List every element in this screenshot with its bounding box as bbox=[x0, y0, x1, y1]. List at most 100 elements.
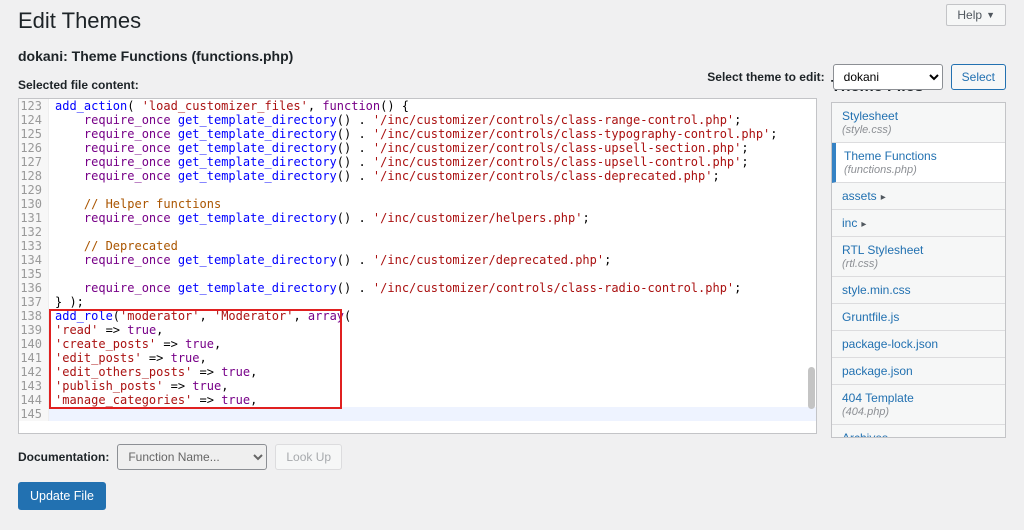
code-line[interactable]: 141'edit_posts' => true, bbox=[19, 351, 816, 365]
code-line[interactable]: 138add_role('moderator', 'Moderator', ar… bbox=[19, 309, 816, 323]
code-line[interactable]: 145 bbox=[19, 407, 816, 421]
update-file-button[interactable]: Update File bbox=[18, 482, 106, 510]
code-line[interactable]: 130 // Helper functions bbox=[19, 197, 816, 211]
code-line[interactable]: 129 bbox=[19, 183, 816, 197]
code-line[interactable]: 144'manage_categories' => true, bbox=[19, 393, 816, 407]
help-label: Help bbox=[957, 8, 982, 22]
code-line[interactable]: 134 require_once get_template_directory(… bbox=[19, 253, 816, 267]
line-number: 140 bbox=[19, 337, 49, 351]
line-number: 145 bbox=[19, 407, 49, 421]
line-number: 124 bbox=[19, 113, 49, 127]
line-number: 144 bbox=[19, 393, 49, 407]
code-line[interactable]: 125 require_once get_template_directory(… bbox=[19, 127, 816, 141]
code-content[interactable]: require_once get_template_directory() . … bbox=[49, 169, 816, 183]
code-content[interactable]: require_once get_template_directory() . … bbox=[49, 211, 816, 225]
scrollbar-thumb[interactable] bbox=[808, 367, 815, 409]
file-item-label: Archives bbox=[842, 431, 888, 438]
code-content[interactable]: require_once get_template_directory() . … bbox=[49, 281, 816, 295]
code-content[interactable]: add_action( 'load_customizer_files', fun… bbox=[49, 99, 816, 113]
file-item-label: inc bbox=[842, 216, 857, 230]
line-number: 143 bbox=[19, 379, 49, 393]
code-content[interactable]: 'edit_posts' => true, bbox=[49, 351, 816, 365]
code-content[interactable] bbox=[49, 225, 816, 239]
code-content[interactable] bbox=[49, 267, 816, 281]
file-item-stylesheet[interactable]: Stylesheet(style.css) bbox=[832, 103, 1005, 143]
code-line[interactable]: 128 require_once get_template_directory(… bbox=[19, 169, 816, 183]
code-line[interactable]: 136 require_once get_template_directory(… bbox=[19, 281, 816, 295]
line-number: 137 bbox=[19, 295, 49, 309]
line-number: 126 bbox=[19, 141, 49, 155]
code-line[interactable]: 132 bbox=[19, 225, 816, 239]
code-line[interactable]: 133 // Deprecated bbox=[19, 239, 816, 253]
code-line[interactable]: 123add_action( 'load_customizer_files', … bbox=[19, 99, 816, 113]
file-item-theme-functions[interactable]: Theme Functions(functions.php) bbox=[832, 143, 1005, 183]
file-item-inc[interactable]: inc bbox=[832, 210, 1005, 237]
select-theme-button[interactable]: Select bbox=[951, 64, 1006, 90]
file-item-rtl-stylesheet[interactable]: RTL Stylesheet(rtl.css) bbox=[832, 237, 1005, 277]
code-line[interactable]: 131 require_once get_template_directory(… bbox=[19, 211, 816, 225]
line-number: 139 bbox=[19, 323, 49, 337]
file-item-style-min-css[interactable]: style.min.css bbox=[832, 277, 1005, 304]
code-line[interactable]: 142'edit_others_posts' => true, bbox=[19, 365, 816, 379]
select-theme-label: Select theme to edit: bbox=[707, 70, 824, 84]
code-content[interactable] bbox=[49, 407, 816, 421]
code-content[interactable]: 'manage_categories' => true, bbox=[49, 393, 816, 407]
file-item-archives[interactable]: Archives(archive.php) bbox=[832, 425, 1005, 438]
code-content[interactable]: require_once get_template_directory() . … bbox=[49, 127, 816, 141]
line-number: 127 bbox=[19, 155, 49, 169]
file-item-label: package-lock.json bbox=[842, 337, 938, 351]
file-item-label: style.min.css bbox=[842, 283, 911, 297]
theme-files-list[interactable]: Stylesheet(style.css)Theme Functions(fun… bbox=[831, 102, 1006, 438]
documentation-label: Documentation: bbox=[18, 450, 109, 464]
code-editor[interactable]: 123add_action( 'load_customizer_files', … bbox=[18, 98, 817, 434]
file-item-label: 404 Template bbox=[842, 391, 914, 405]
documentation-dropdown[interactable]: Function Name... bbox=[117, 444, 267, 470]
theme-dropdown[interactable]: dokani bbox=[833, 64, 943, 90]
line-number: 132 bbox=[19, 225, 49, 239]
file-item-gruntfile-js[interactable]: Gruntfile.js bbox=[832, 304, 1005, 331]
line-number: 130 bbox=[19, 197, 49, 211]
page-title: Edit Themes bbox=[18, 8, 1006, 34]
code-line[interactable]: 140'create_posts' => true, bbox=[19, 337, 816, 351]
code-content[interactable]: add_role('moderator', 'Moderator', array… bbox=[49, 309, 816, 323]
code-content[interactable]: require_once get_template_directory() . … bbox=[49, 113, 816, 127]
line-number: 129 bbox=[19, 183, 49, 197]
help-button[interactable]: Help ▼ bbox=[946, 4, 1006, 26]
code-content[interactable]: // Deprecated bbox=[49, 239, 816, 253]
file-item-package-json[interactable]: package.json bbox=[832, 358, 1005, 385]
line-number: 125 bbox=[19, 127, 49, 141]
code-content[interactable]: 'read' => true, bbox=[49, 323, 816, 337]
line-number: 136 bbox=[19, 281, 49, 295]
file-item-sub: (functions.php) bbox=[844, 164, 995, 176]
file-item-sub: (rtl.css) bbox=[842, 258, 995, 270]
code-content[interactable]: 'publish_posts' => true, bbox=[49, 379, 816, 393]
code-content[interactable]: require_once get_template_directory() . … bbox=[49, 141, 816, 155]
file-item-label: assets bbox=[842, 189, 877, 203]
code-line[interactable]: 135 bbox=[19, 267, 816, 281]
code-line[interactable]: 127 require_once get_template_directory(… bbox=[19, 155, 816, 169]
file-item-assets[interactable]: assets bbox=[832, 183, 1005, 210]
file-item-label: RTL Stylesheet bbox=[842, 243, 923, 257]
code-content[interactable]: 'edit_others_posts' => true, bbox=[49, 365, 816, 379]
lookup-button[interactable]: Look Up bbox=[275, 444, 342, 470]
code-line[interactable]: 139'read' => true, bbox=[19, 323, 816, 337]
file-item-sub: (404.php) bbox=[842, 406, 995, 418]
code-content[interactable]: } ); bbox=[49, 295, 816, 309]
code-line[interactable]: 126 require_once get_template_directory(… bbox=[19, 141, 816, 155]
file-item-sub: (style.css) bbox=[842, 124, 995, 136]
chevron-down-icon: ▼ bbox=[986, 10, 995, 20]
code-content[interactable] bbox=[49, 183, 816, 197]
code-line[interactable]: 143'publish_posts' => true, bbox=[19, 379, 816, 393]
code-line[interactable]: 124 require_once get_template_directory(… bbox=[19, 113, 816, 127]
file-item-label: Stylesheet bbox=[842, 109, 898, 123]
line-number: 138 bbox=[19, 309, 49, 323]
code-content[interactable]: // Helper functions bbox=[49, 197, 816, 211]
line-number: 128 bbox=[19, 169, 49, 183]
code-line[interactable]: 137} ); bbox=[19, 295, 816, 309]
file-item-404-template[interactable]: 404 Template(404.php) bbox=[832, 385, 1005, 425]
code-content[interactable]: require_once get_template_directory() . … bbox=[49, 253, 816, 267]
file-item-label: Theme Functions bbox=[844, 149, 937, 163]
code-content[interactable]: 'create_posts' => true, bbox=[49, 337, 816, 351]
file-item-package-lock-json[interactable]: package-lock.json bbox=[832, 331, 1005, 358]
code-content[interactable]: require_once get_template_directory() . … bbox=[49, 155, 816, 169]
